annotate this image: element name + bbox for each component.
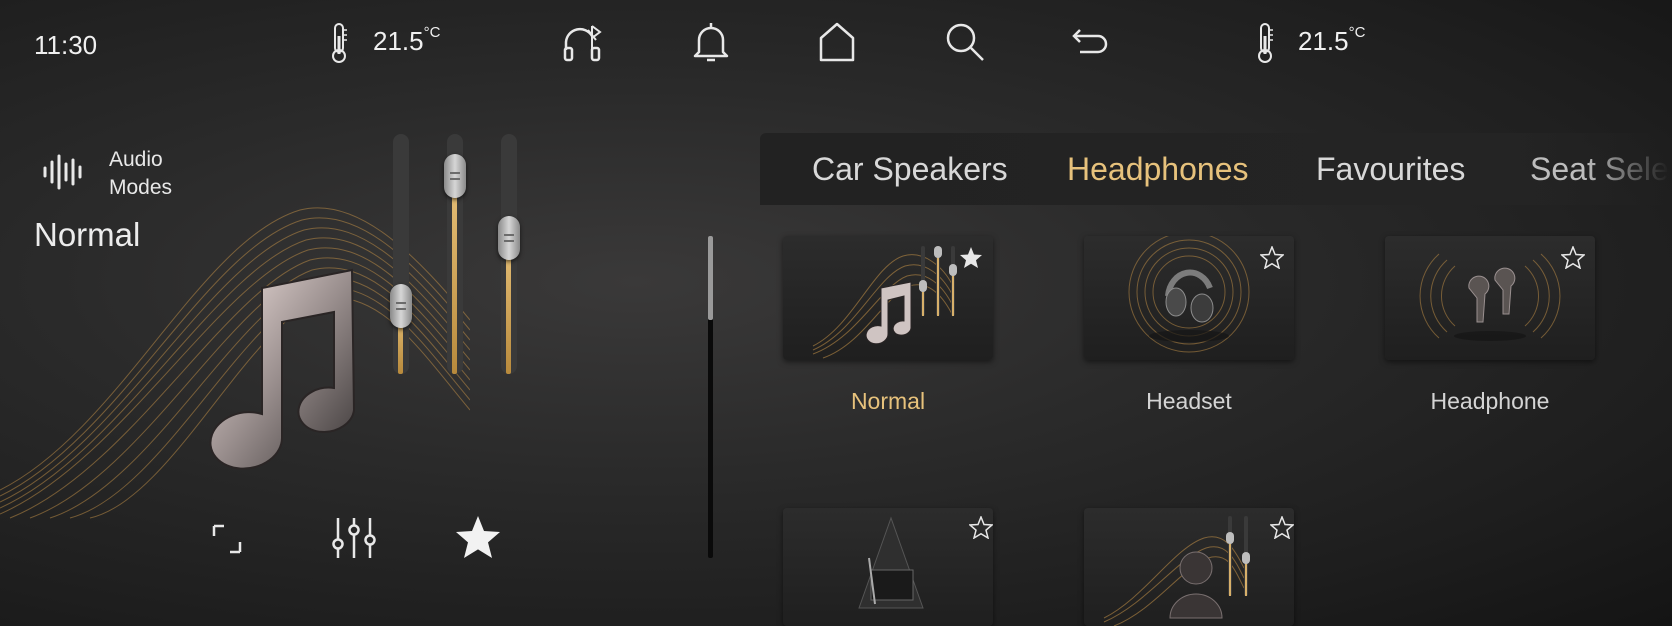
- temperature-right-value: 21.5: [1298, 26, 1349, 56]
- card-normal-label: Normal: [850, 388, 926, 414]
- expand-icon[interactable]: [212, 524, 242, 554]
- card-headphone[interactable]: [1385, 236, 1595, 360]
- tab-seat-select[interactable]: Seat Sele: [1530, 151, 1669, 188]
- equalizer-icon[interactable]: [330, 516, 378, 560]
- star-outline-icon[interactable]: [1560, 244, 1586, 274]
- temperature-unit: °C: [1348, 24, 1366, 41]
- temperature-left-value: 21.5: [373, 26, 424, 56]
- thermometer-icon: [328, 22, 350, 64]
- tab-headphones[interactable]: Headphones: [1067, 151, 1248, 188]
- star-outline-icon[interactable]: [1259, 244, 1285, 274]
- bluetooth-headset-icon[interactable]: [562, 20, 606, 64]
- star-outline-icon[interactable]: [1269, 514, 1294, 544]
- tab-car-speakers[interactable]: Car Speakers: [812, 151, 1008, 188]
- eq-slider-2[interactable]: [444, 134, 466, 374]
- tv-icon: [858, 516, 924, 609]
- eq-slider-3[interactable]: [498, 134, 520, 374]
- card-headphone-label: Headphone: [1430, 388, 1550, 414]
- person-audio-icon: [1103, 516, 1250, 626]
- return-icon[interactable]: [1070, 26, 1110, 58]
- tab-favourites[interactable]: Favourites: [1316, 151, 1465, 188]
- audio-modes-label-line2: Modes: [109, 176, 173, 199]
- temperature-left[interactable]: 21.5°C: [373, 24, 441, 57]
- card-headset[interactable]: [1084, 236, 1294, 360]
- temperature-unit: °C: [423, 24, 441, 41]
- eq-slider-2-knob[interactable]: [444, 154, 466, 198]
- eq-slider-3-knob[interactable]: [498, 216, 520, 260]
- card-tv-mode[interactable]: [783, 508, 993, 626]
- eq-slider-2-fill: [452, 174, 457, 374]
- home-icon[interactable]: [817, 20, 857, 64]
- favourite-star-icon[interactable]: [454, 514, 502, 560]
- bell-icon[interactable]: [690, 20, 732, 64]
- tab-bar: Car Speakers Headphones Favourites Seat …: [760, 133, 1672, 205]
- star-filled-icon[interactable]: [959, 246, 983, 274]
- eq-slider-1-knob[interactable]: [390, 284, 412, 328]
- card-personal-mode[interactable]: [1084, 508, 1294, 626]
- audio-modes-title: Audio Modes: [109, 146, 172, 202]
- eq-slider-1[interactable]: [390, 134, 412, 374]
- scrollbar-thumb[interactable]: [708, 236, 713, 320]
- search-icon[interactable]: [943, 20, 987, 64]
- sound-wave-icon: [42, 152, 82, 192]
- thermometer-icon: [1254, 22, 1276, 64]
- temperature-right[interactable]: 21.5°C: [1298, 24, 1366, 57]
- card-normal[interactable]: [783, 236, 993, 360]
- clock: 11:30: [34, 30, 98, 60]
- card-headset-label: Headset: [1146, 388, 1232, 414]
- audio-modes-label-line1: Audio: [109, 148, 163, 171]
- star-outline-icon[interactable]: [968, 514, 993, 544]
- scrollbar-track[interactable]: [708, 236, 713, 558]
